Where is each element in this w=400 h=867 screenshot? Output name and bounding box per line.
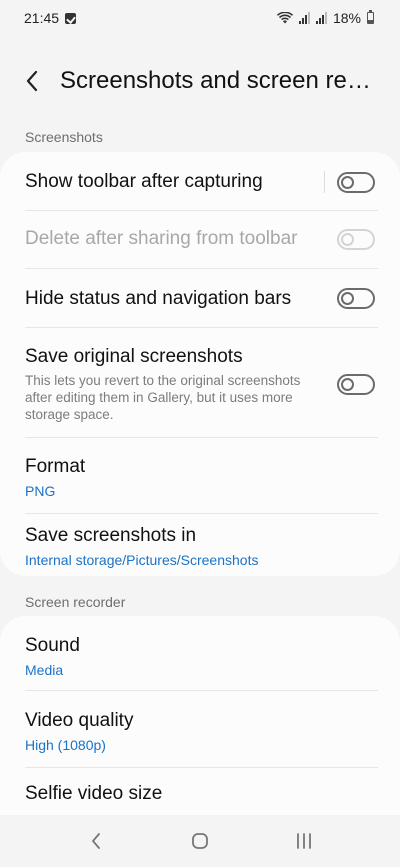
divider xyxy=(25,268,378,269)
setting-sound[interactable]: Sound Media xyxy=(0,626,400,686)
setting-selfie-size[interactable]: Selfie video size xyxy=(0,776,400,812)
toggle-hide-bars[interactable] xyxy=(337,288,375,309)
divider xyxy=(25,513,378,514)
setting-title: Hide status and navigation bars xyxy=(25,287,292,309)
setting-save-location[interactable]: Save screenshots in Internal storage/Pic… xyxy=(0,518,400,574)
setting-title: Selfie video size xyxy=(25,783,163,804)
setting-description: This lets you revert to the original scr… xyxy=(25,372,301,422)
nav-back-icon xyxy=(92,833,100,849)
setting-format[interactable]: Format PNG xyxy=(0,446,400,508)
navigation-bar xyxy=(0,815,400,867)
app-bar: Screenshots and screen rec… xyxy=(0,56,400,106)
setting-hide-bars[interactable]: Hide status and navigation bars xyxy=(0,271,400,326)
notification-check-icon xyxy=(65,12,77,24)
divider xyxy=(25,210,378,211)
nav-home-icon xyxy=(192,833,208,849)
setting-save-original[interactable]: Save original screenshots This lets you … xyxy=(0,338,400,430)
nav-recents-icon xyxy=(297,833,311,849)
toggle-knob xyxy=(341,377,354,391)
nav-recents-button[interactable] xyxy=(274,821,334,861)
setting-value: PNG xyxy=(25,482,56,499)
setting-value: High (1080p) xyxy=(25,736,106,753)
setting-show-toolbar[interactable]: Show toolbar after capturing xyxy=(0,156,400,208)
setting-title: Save screenshots in xyxy=(25,524,197,546)
nav-back-button[interactable] xyxy=(66,821,126,861)
setting-value: Internal storage/Pictures/Screenshots xyxy=(25,551,259,568)
page-title: Screenshots and screen rec… xyxy=(60,67,378,94)
toggle-save-original[interactable] xyxy=(337,373,375,395)
signal-strength-2-icon xyxy=(315,12,327,24)
status-time: 21:45 xyxy=(24,10,60,26)
divider xyxy=(25,690,378,691)
setting-title: Delete after sharing from toolbar xyxy=(25,228,298,249)
setting-title: Format xyxy=(25,455,86,477)
wifi-icon xyxy=(276,12,293,24)
divider xyxy=(25,767,378,768)
divider xyxy=(25,437,378,438)
battery-percent: 18% xyxy=(332,10,361,26)
setting-title: Sound xyxy=(25,634,80,656)
back-button[interactable] xyxy=(0,56,60,106)
setting-title: Save original screenshots xyxy=(25,345,243,367)
toggle-knob xyxy=(341,175,354,189)
status-bar: 21:45 18% xyxy=(0,0,400,36)
toggle-knob xyxy=(341,292,354,305)
back-arrow-icon xyxy=(26,70,38,92)
section-header-screenshots: Screenshots xyxy=(25,129,103,145)
setting-title: Video quality xyxy=(25,709,134,731)
battery-icon xyxy=(367,10,374,24)
nav-home-button[interactable] xyxy=(170,821,230,861)
toggle-show-toolbar[interactable] xyxy=(337,171,375,193)
toggle-delete-after-sharing xyxy=(337,228,375,250)
vertical-divider xyxy=(324,171,325,193)
signal-strength-icon xyxy=(298,12,310,24)
toggle-knob xyxy=(341,232,354,246)
setting-delete-after-sharing: Delete after sharing from toolbar xyxy=(0,213,400,265)
setting-title: Show toolbar after capturing xyxy=(25,171,263,192)
setting-video-quality[interactable]: Video quality High (1080p) xyxy=(0,701,400,761)
divider xyxy=(25,327,378,328)
setting-value: Media xyxy=(25,661,64,678)
section-header-screen-recorder: Screen recorder xyxy=(25,594,126,610)
